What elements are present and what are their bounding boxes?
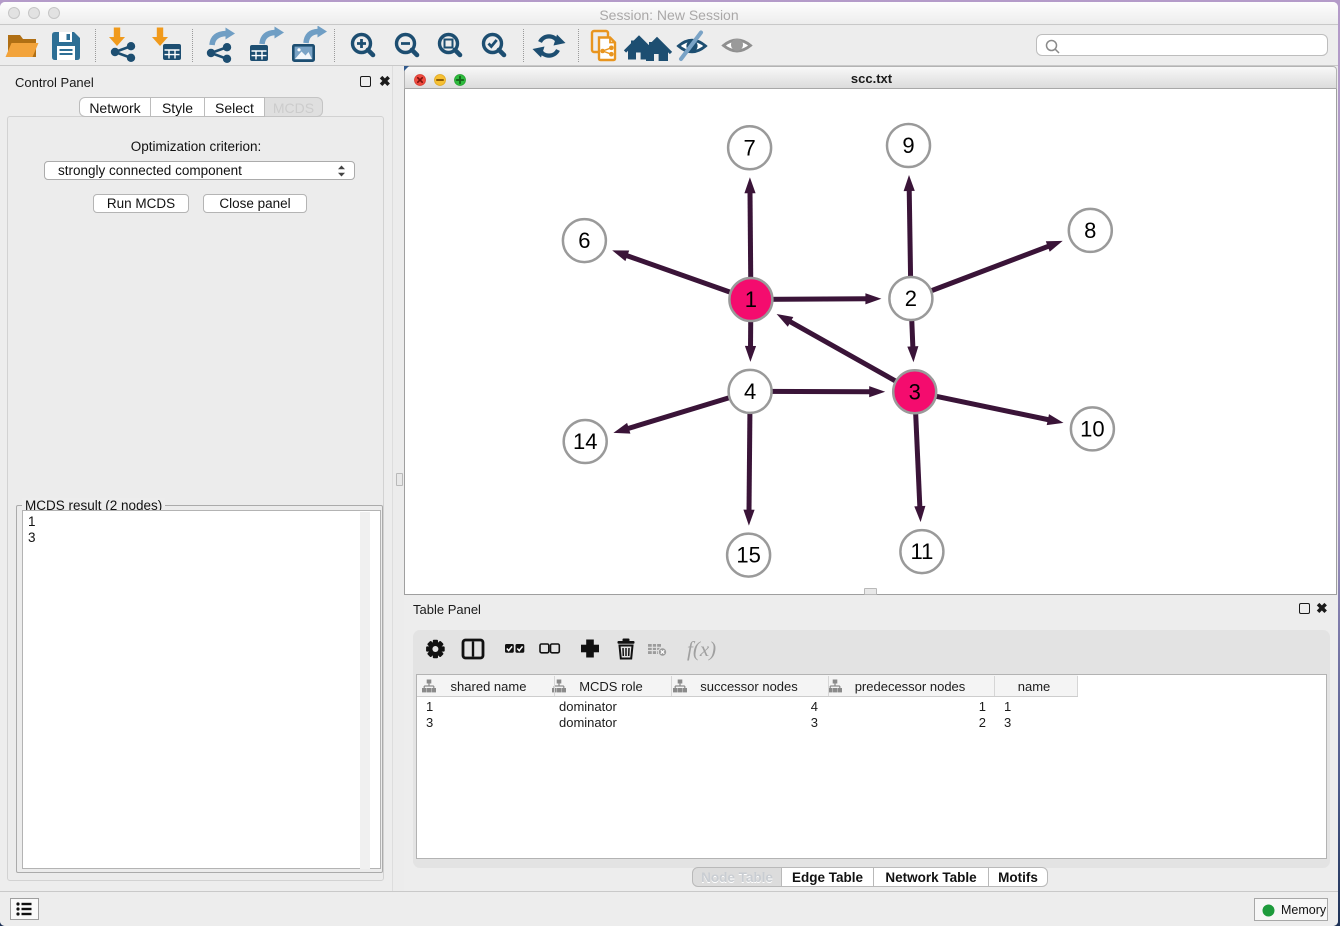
svg-text:8: 8 — [1084, 218, 1096, 243]
svg-text:f(x): f(x) — [687, 637, 716, 661]
svg-text:10: 10 — [1080, 416, 1104, 441]
svg-text:6: 6 — [578, 228, 590, 253]
svg-text:11: 11 — [910, 539, 933, 564]
svg-text:15: 15 — [736, 543, 760, 568]
svg-text:14: 14 — [573, 429, 597, 454]
svg-text:4: 4 — [744, 379, 756, 404]
svg-text:1: 1 — [745, 287, 757, 312]
svg-text:3: 3 — [909, 379, 921, 404]
svg-text:9: 9 — [902, 133, 914, 158]
svg-text:2: 2 — [905, 286, 917, 311]
svg-text:7: 7 — [743, 135, 755, 160]
